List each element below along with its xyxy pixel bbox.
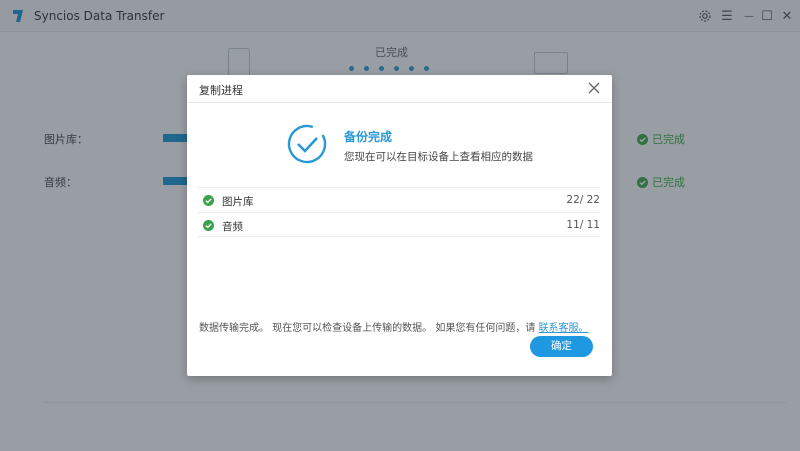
transfer-result-list: 图片库 22/ 22 音频 11/ 11 <box>198 187 600 237</box>
list-item-label: 图片库 <box>222 196 254 208</box>
copy-progress-dialog: 复制进程 备份完成 您现在可以在目标设备上查看相应的数据 图片库 22/ 22 … <box>187 75 612 376</box>
ok-button[interactable]: 确定 <box>530 336 593 357</box>
dialog-title: 复制进程 <box>199 84 243 97</box>
contact-support-link[interactable]: 联系客服。 <box>539 323 589 334</box>
list-item-label: 音频 <box>222 221 243 233</box>
success-check-icon <box>287 124 327 164</box>
footer-text: 数据传输完成。 现在您可以检查设备上传输的数据。 如果您有任何问题，请 <box>199 323 536 334</box>
check-circle-icon <box>203 195 214 206</box>
list-item-count: 11/ 11 <box>566 219 600 231</box>
check-circle-icon <box>203 220 214 231</box>
footer-note: 数据传输完成。 现在您可以检查设备上传输的数据。 如果您有任何问题，请 联系客服… <box>199 319 589 334</box>
list-item-count: 22/ 22 <box>566 194 600 206</box>
close-icon[interactable] <box>586 80 602 96</box>
success-title: 备份完成 <box>344 130 393 144</box>
list-item: 音频 11/ 11 <box>198 212 600 237</box>
list-item: 图片库 22/ 22 <box>198 187 600 212</box>
dialog-header: 复制进程 <box>187 75 612 103</box>
success-subtitle: 您现在可以在目标设备上查看相应的数据 <box>344 151 533 163</box>
